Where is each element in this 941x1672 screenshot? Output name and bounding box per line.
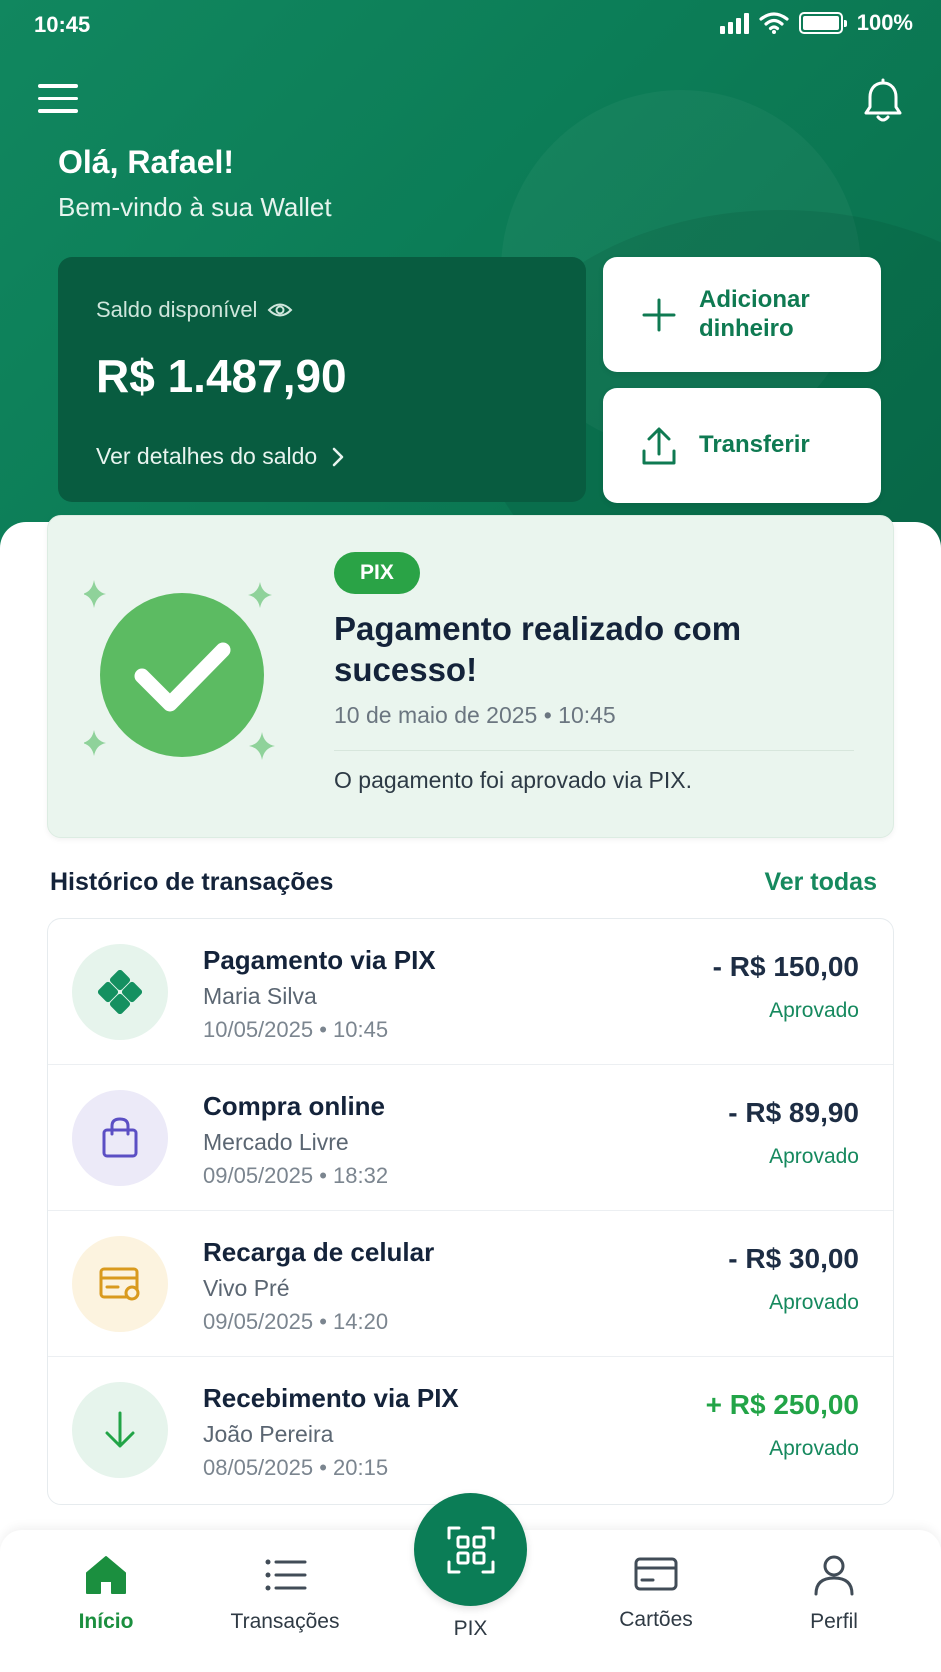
arrow-down-icon: [72, 1382, 168, 1478]
nav-item-pix[interactable]: [414, 1493, 527, 1606]
balance-card: Saldo disponível R$ 1.487,90 Ver detalhe…: [58, 257, 586, 502]
pix-badge: PIX: [334, 552, 420, 594]
add-money-label: Adicionar dinheiro: [699, 285, 810, 342]
transaction-title: Compra online: [203, 1091, 386, 1121]
transaction-amount: - R$ 89,90: [728, 1097, 859, 1128]
status-bar: 10:45 100%: [0, 0, 941, 50]
menu-button[interactable]: [38, 84, 78, 116]
status-icons: 100%: [719, 10, 913, 36]
transaction-row[interactable]: Compra online Mercado Livre 09/05/2025 •…: [48, 1065, 893, 1211]
greeting: Olá, Rafael!: [58, 144, 235, 180]
transaction-date: 08/05/2025 • 20:15: [203, 1455, 389, 1480]
success-datetime: 10 de maio de 2025 • 10:45: [334, 702, 616, 728]
transaction-list: Pagamento via PIX Maria Silva 10/05/2025…: [47, 918, 894, 1505]
transaction-counterparty: Maria Silva: [203, 983, 317, 1009]
nav-label: Transações: [230, 1610, 340, 1633]
transaction-date: 09/05/2025 • 14:20: [203, 1309, 389, 1334]
wallet-home-screen: 10:45 100% Olá, Rafael! Bem-vindo à sua …: [0, 0, 941, 1672]
plus-icon: [642, 298, 676, 331]
nav-item-profile[interactable]: Perfil: [754, 1554, 914, 1634]
transaction-status: Aprovado: [769, 999, 859, 1022]
divider: [334, 750, 854, 751]
bell-icon: [864, 78, 902, 122]
payment-success-card: PIX Pagamento realizado com sucesso! 10 …: [47, 515, 894, 838]
success-message: O pagamento foi aprovado via PIX.: [334, 767, 692, 793]
wifi-icon: [759, 12, 789, 34]
balance-details-label: Ver detalhes do saldo: [96, 443, 318, 469]
notifications-button[interactable]: [861, 78, 905, 124]
transaction-status: Aprovado: [769, 1145, 859, 1168]
transaction-amount: + R$ 250,00: [705, 1389, 859, 1420]
nav-label: Perfil: [810, 1610, 858, 1633]
recharge-card-icon: [72, 1236, 168, 1332]
pix-icon: [72, 944, 168, 1040]
qr-code-icon: [447, 1526, 494, 1573]
upload-icon: [642, 427, 676, 464]
signal-icon: [719, 12, 749, 34]
transaction-status: Aprovado: [769, 1291, 859, 1314]
balance-label: Saldo disponível: [96, 297, 258, 322]
transaction-status: Aprovado: [769, 1437, 859, 1460]
transaction-counterparty: Mercado Livre: [203, 1129, 349, 1155]
shopping-bag-icon: [72, 1090, 168, 1186]
see-all-link[interactable]: Ver todas: [764, 868, 877, 897]
balance-details-link[interactable]: Ver detalhes do saldo: [96, 443, 345, 470]
nav-item-transactions[interactable]: Transações: [205, 1554, 365, 1634]
list-icon: [265, 1559, 307, 1591]
header: 10:45 100% Olá, Rafael! Bem-vindo à sua …: [0, 0, 941, 560]
battery-icon: [798, 12, 847, 34]
user-icon: [814, 1555, 854, 1596]
transaction-row[interactable]: Pagamento via PIX Maria Silva 10/05/2025…: [48, 919, 893, 1065]
card-icon: [634, 1557, 678, 1591]
chevron-right-icon: [332, 447, 344, 466]
welcome-subtitle: Bem-vindo à sua Wallet: [58, 192, 332, 222]
transfer-button[interactable]: Transferir: [603, 388, 881, 503]
home-icon: [86, 1556, 126, 1594]
transaction-row[interactable]: Recarga de celular Vivo Pré 09/05/2025 •…: [48, 1211, 893, 1357]
transaction-title: Pagamento via PIX: [203, 945, 436, 975]
add-money-button[interactable]: Adicionar dinheiro: [603, 257, 881, 372]
transaction-counterparty: Vivo Pré: [203, 1275, 290, 1301]
transaction-date: 09/05/2025 • 18:32: [203, 1163, 389, 1188]
success-title: Pagamento realizado com sucesso!: [334, 610, 742, 689]
transaction-amount: - R$ 30,00: [728, 1243, 859, 1274]
nav-label: Cartões: [619, 1608, 693, 1631]
balance-value: R$ 1.487,90: [96, 350, 347, 402]
battery-percent: 100%: [856, 10, 913, 35]
eye-icon[interactable]: [267, 301, 293, 319]
nav-label: Início: [78, 1610, 134, 1633]
nav-label-pix[interactable]: PIX: [414, 1617, 527, 1641]
transaction-amount: - R$ 150,00: [712, 951, 859, 982]
nav-item-home[interactable]: Início: [26, 1554, 186, 1634]
history-title: Histórico de transações: [50, 868, 334, 896]
transaction-counterparty: João Pereira: [203, 1421, 334, 1447]
balance-label-row: Saldo disponível: [96, 297, 293, 323]
success-check-icon: [84, 580, 275, 760]
transaction-title: Recarga de celular: [203, 1237, 435, 1267]
transfer-label: Transferir: [699, 431, 810, 459]
transaction-title: Recebimento via PIX: [203, 1383, 459, 1413]
nav-item-cards[interactable]: Cartões: [576, 1554, 736, 1632]
transaction-row[interactable]: Recebimento via PIX João Pereira 08/05/2…: [48, 1357, 893, 1503]
transaction-date: 10/05/2025 • 10:45: [203, 1017, 389, 1042]
status-time: 10:45: [34, 12, 91, 37]
